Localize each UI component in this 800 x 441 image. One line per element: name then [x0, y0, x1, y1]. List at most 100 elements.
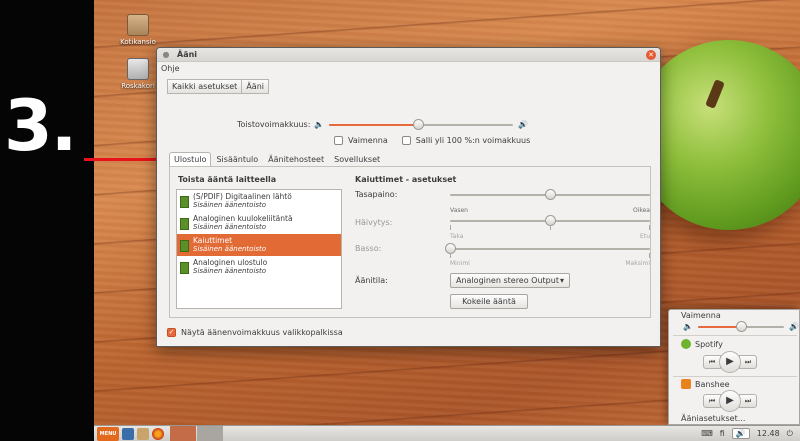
device-subtitle: Sisäinen äänentoisto [193, 201, 267, 209]
balance-knob[interactable] [545, 189, 556, 200]
device-settings-title: Kaiuttimet - asetukset [355, 175, 457, 184]
menu-separator [673, 376, 797, 377]
breadcrumb: Kaikki asetukset Ääni [167, 79, 650, 94]
balance-label: Tasapaino: [355, 190, 398, 199]
titlebar: ● Ääni ✕ [157, 48, 660, 62]
left-black-strip [0, 0, 94, 441]
pin-icon[interactable]: ● [161, 50, 171, 60]
desktop-icon-label: Kotikansio [120, 38, 156, 46]
close-icon[interactable]: ✕ [646, 49, 656, 60]
menu-mute-item[interactable]: Vaimenna [681, 311, 721, 320]
output-volume-label: Toistovoimakkuus: [237, 120, 311, 129]
balance-scale: Vasen Oikea [450, 207, 650, 214]
device-headphones[interactable]: Analoginen kuulokeliitäntä Sisäinen ääne… [177, 212, 341, 234]
fade-slider[interactable] [450, 215, 650, 226]
menu-sound-settings-item[interactable]: Ääniasetukset... [681, 414, 745, 423]
device-name: Analoginen kuulokeliitäntä [193, 214, 293, 223]
sound-indicator-icon[interactable]: 🔊 [731, 428, 750, 439]
bass-tick-marks [450, 253, 650, 258]
menu-separator [673, 335, 797, 336]
breadcrumb-sound[interactable]: Ääni [242, 79, 269, 94]
trash-icon [127, 58, 149, 80]
tab-applications[interactable]: Sovellukset [329, 152, 385, 166]
output-volume-fill [329, 123, 418, 126]
play-icon[interactable]: ▶ [719, 351, 741, 373]
speaker-low-icon: 🔈 [314, 120, 325, 129]
player-name-label: Spotify [695, 339, 723, 349]
speaker-low-icon: 🔈 [683, 322, 693, 331]
breadcrumb-all-settings[interactable]: Kaikki asetukset [167, 79, 243, 94]
bass-scale: Minimi Maksimi [450, 260, 650, 267]
output-volume-slider[interactable] [329, 118, 514, 130]
tab-bar: Ulostulo Sisääntulo Äänitehosteet Sovell… [169, 152, 385, 166]
step-number-label: 3. [4, 85, 77, 167]
mute-checkbox[interactable] [334, 136, 343, 145]
firefox-launcher[interactable] [152, 427, 164, 441]
taskbar-window-sound[interactable] [170, 425, 196, 441]
profile-select[interactable]: Analoginen stereo Output ▾ [450, 273, 570, 288]
device-spdif[interactable]: (S/PDIF) Digitaalinen lähtö Sisäinen ään… [177, 190, 341, 212]
fade-scale: Taka Etu [450, 233, 650, 240]
menu-button[interactable]: MENU [97, 426, 119, 441]
allow-over-100-checkbox[interactable] [401, 136, 411, 145]
spotify-icon [681, 339, 691, 349]
desktop-icon-home[interactable]: Kotikansio [110, 14, 166, 46]
show-in-menubar-checkbox[interactable]: ✓ [167, 328, 176, 337]
output-tab-panel: Toista ääntä laitteella (S/PDIF) Digitaa… [169, 166, 651, 318]
banshee-icon [681, 379, 691, 389]
tab-input[interactable]: Sisääntulo [211, 152, 263, 166]
menu-volume-knob[interactable] [735, 320, 747, 332]
output-volume-row: Toistovoimakkuus: 🔈 🔊 [237, 118, 529, 130]
balance-slider[interactable] [450, 189, 650, 200]
bass-slider[interactable] [445, 243, 650, 254]
show-desktop-button[interactable] [122, 427, 134, 441]
keyboard-icon[interactable]: ⌨ [701, 429, 713, 438]
devices-title: Toista ääntä laitteella [178, 175, 277, 184]
menu-volume-fill [697, 325, 741, 328]
fade-label: Häivytys: [355, 218, 393, 227]
taskbar-window[interactable] [197, 425, 223, 441]
player-banshee[interactable]: Banshee [681, 379, 730, 389]
banshee-controls: ⏮ ▶ ⏭ [703, 390, 757, 412]
menu-help[interactable]: Ohje [161, 64, 180, 73]
next-track-icon[interactable]: ⏭ [739, 355, 757, 369]
system-tray: ⌨ fi 🔊 12.48 ⏻ [701, 428, 800, 439]
bass-label: Basso: [355, 244, 382, 253]
show-in-menubar-row: ✓ Näytä äänenvoimakkuus valikkopalkissa [167, 328, 343, 337]
device-subtitle: Sisäinen äänentoisto [193, 267, 267, 275]
window-title: Ääni [177, 50, 198, 59]
device-list: (S/PDIF) Digitaalinen lähtö Sisäinen ään… [176, 189, 342, 309]
tab-output[interactable]: Ulostulo [169, 152, 212, 166]
menu-volume-slider[interactable] [697, 320, 784, 332]
player-spotify[interactable]: Spotify [681, 339, 723, 349]
fade-max-label: Etu [640, 233, 650, 240]
firefox-icon [152, 427, 164, 440]
desktop-icon [122, 427, 134, 440]
audio-card-icon [180, 240, 189, 252]
speaker-high-icon: 🔊 [788, 322, 799, 331]
bass-max-label: Maksimi [625, 260, 650, 267]
keyboard-layout-indicator[interactable]: fi [720, 429, 725, 438]
speaker-high-icon: 🔊 [518, 120, 529, 129]
output-volume-knob[interactable] [412, 118, 424, 130]
device-speakers[interactable]: Kaiuttimet Sisäinen äänentoisto [177, 234, 341, 256]
power-icon[interactable]: ⏻ [787, 429, 793, 439]
clock[interactable]: 12.48 [757, 429, 780, 438]
next-track-icon[interactable]: ⏭ [739, 394, 757, 408]
test-sound-button[interactable]: Kokeile ääntä [450, 294, 528, 309]
bass-min-label: Minimi [450, 260, 470, 267]
balance-min-label: Vasen [450, 207, 468, 214]
show-in-menubar-label: Näytä äänenvoimakkuus valikkopalkissa [181, 328, 343, 337]
device-analog-output[interactable]: Analoginen ulostulo Sisäinen äänentoisto [177, 256, 341, 278]
device-subtitle: Sisäinen äänentoisto [193, 223, 267, 231]
menu-volume-row: 🔈 🔊 [683, 320, 799, 332]
play-icon[interactable]: ▶ [719, 390, 741, 412]
player-name-label: Banshee [695, 379, 730, 389]
files-launcher[interactable] [137, 427, 149, 441]
dropdown-arrow-icon: ▾ [559, 276, 564, 285]
audio-card-icon [180, 218, 189, 230]
taskbar: MENU ⌨ fi 🔊 12.48 ⏻ [94, 425, 800, 441]
tab-sound-effects[interactable]: Äänitehosteet [263, 152, 329, 166]
audio-card-icon [180, 196, 189, 208]
volume-options-row: Vaimenna Salli yli 100 %:n voimakkuus [334, 136, 530, 145]
